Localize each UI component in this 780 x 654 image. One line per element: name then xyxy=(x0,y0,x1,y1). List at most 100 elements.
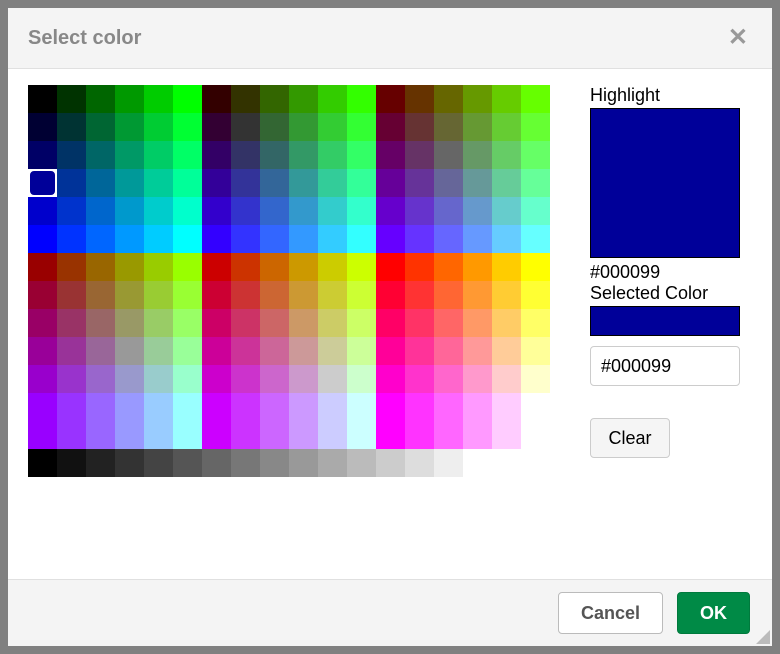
color-swatch[interactable] xyxy=(260,337,289,365)
color-swatch[interactable] xyxy=(260,365,289,393)
color-swatch[interactable] xyxy=(57,421,86,449)
color-swatch[interactable] xyxy=(347,281,376,309)
color-swatch[interactable] xyxy=(260,141,289,169)
color-swatch[interactable] xyxy=(405,281,434,309)
color-swatch[interactable] xyxy=(28,253,57,281)
color-swatch[interactable] xyxy=(289,309,318,337)
color-swatch[interactable] xyxy=(492,113,521,141)
color-swatch[interactable] xyxy=(28,197,57,225)
color-swatch[interactable] xyxy=(347,309,376,337)
color-swatch[interactable] xyxy=(115,449,144,477)
color-swatch[interactable] xyxy=(347,169,376,197)
color-swatch[interactable] xyxy=(144,337,173,365)
color-swatch[interactable] xyxy=(347,421,376,449)
color-swatch[interactable] xyxy=(28,85,57,113)
color-swatch[interactable] xyxy=(521,141,550,169)
color-swatch[interactable] xyxy=(347,141,376,169)
color-swatch[interactable] xyxy=(376,309,405,337)
color-swatch[interactable] xyxy=(463,225,492,253)
color-swatch[interactable] xyxy=(289,85,318,113)
color-swatch[interactable] xyxy=(463,169,492,197)
color-swatch[interactable] xyxy=(492,197,521,225)
color-swatch[interactable] xyxy=(289,337,318,365)
color-swatch[interactable] xyxy=(231,337,260,365)
color-swatch[interactable] xyxy=(405,253,434,281)
color-swatch[interactable] xyxy=(289,141,318,169)
color-swatch[interactable] xyxy=(521,421,550,449)
color-swatch[interactable] xyxy=(289,253,318,281)
color-swatch[interactable] xyxy=(115,421,144,449)
color-swatch[interactable] xyxy=(144,449,173,477)
color-swatch[interactable] xyxy=(57,225,86,253)
color-swatch[interactable] xyxy=(173,281,202,309)
color-swatch[interactable] xyxy=(260,225,289,253)
color-swatch[interactable] xyxy=(86,365,115,393)
color-swatch[interactable] xyxy=(57,449,86,477)
color-swatch[interactable] xyxy=(347,253,376,281)
color-swatch[interactable] xyxy=(57,85,86,113)
color-swatch[interactable] xyxy=(463,113,492,141)
color-swatch[interactable] xyxy=(202,169,231,197)
color-swatch[interactable] xyxy=(434,253,463,281)
color-swatch[interactable] xyxy=(463,337,492,365)
color-swatch[interactable] xyxy=(202,253,231,281)
color-swatch[interactable] xyxy=(202,337,231,365)
color-swatch[interactable] xyxy=(144,309,173,337)
color-swatch[interactable] xyxy=(86,337,115,365)
color-swatch[interactable] xyxy=(434,449,463,477)
color-swatch[interactable] xyxy=(492,225,521,253)
color-swatch[interactable] xyxy=(231,421,260,449)
color-swatch[interactable] xyxy=(463,141,492,169)
color-swatch[interactable] xyxy=(231,169,260,197)
color-swatch[interactable] xyxy=(173,449,202,477)
color-swatch[interactable] xyxy=(202,393,231,421)
color-swatch[interactable] xyxy=(434,225,463,253)
color-swatch[interactable] xyxy=(376,449,405,477)
color-swatch[interactable] xyxy=(405,393,434,421)
color-swatch[interactable] xyxy=(260,253,289,281)
color-swatch[interactable] xyxy=(86,225,115,253)
color-swatch[interactable] xyxy=(521,393,550,421)
color-swatch[interactable] xyxy=(86,421,115,449)
color-swatch[interactable] xyxy=(144,253,173,281)
color-swatch[interactable] xyxy=(492,253,521,281)
color-swatch[interactable] xyxy=(57,337,86,365)
color-swatch[interactable] xyxy=(521,281,550,309)
color-swatch[interactable] xyxy=(231,225,260,253)
color-swatch[interactable] xyxy=(28,393,57,421)
color-swatch[interactable] xyxy=(492,85,521,113)
color-swatch[interactable] xyxy=(173,309,202,337)
color-swatch[interactable] xyxy=(231,449,260,477)
color-swatch[interactable] xyxy=(492,365,521,393)
color-swatch[interactable] xyxy=(231,281,260,309)
color-swatch[interactable] xyxy=(115,197,144,225)
color-swatch[interactable] xyxy=(405,225,434,253)
color-swatch[interactable] xyxy=(376,365,405,393)
color-swatch[interactable] xyxy=(86,393,115,421)
color-swatch[interactable] xyxy=(231,365,260,393)
color-swatch[interactable] xyxy=(347,113,376,141)
color-swatch[interactable] xyxy=(289,113,318,141)
color-swatch[interactable] xyxy=(260,281,289,309)
color-swatch[interactable] xyxy=(115,253,144,281)
color-swatch[interactable] xyxy=(144,197,173,225)
color-swatch[interactable] xyxy=(86,85,115,113)
color-swatch[interactable] xyxy=(434,281,463,309)
color-swatch[interactable] xyxy=(173,253,202,281)
color-swatch[interactable] xyxy=(318,169,347,197)
color-swatch[interactable] xyxy=(28,225,57,253)
color-swatch[interactable] xyxy=(57,365,86,393)
color-swatch[interactable] xyxy=(260,421,289,449)
color-swatch[interactable] xyxy=(231,253,260,281)
color-swatch[interactable] xyxy=(318,449,347,477)
color-swatch[interactable] xyxy=(492,141,521,169)
color-swatch[interactable] xyxy=(173,393,202,421)
color-swatch[interactable] xyxy=(318,113,347,141)
color-swatch[interactable] xyxy=(260,85,289,113)
color-swatch[interactable] xyxy=(28,169,57,197)
color-swatch[interactable] xyxy=(492,449,521,477)
resize-grip-icon[interactable] xyxy=(756,630,770,644)
color-swatch[interactable] xyxy=(144,281,173,309)
color-swatch[interactable] xyxy=(376,225,405,253)
color-swatch[interactable] xyxy=(260,197,289,225)
